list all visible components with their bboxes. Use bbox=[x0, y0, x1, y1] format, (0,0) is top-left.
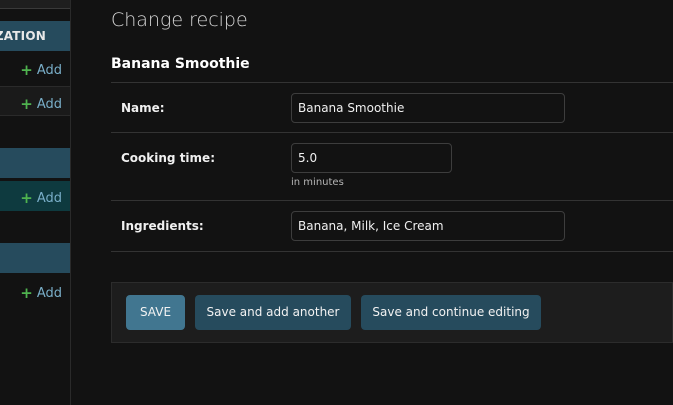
cooking-time-input[interactable] bbox=[291, 143, 452, 173]
save-button[interactable]: SAVE bbox=[126, 295, 185, 330]
sidebar-top-strip bbox=[0, 0, 70, 9]
sidebar-app-header[interactable] bbox=[0, 243, 70, 273]
sidebar: IZATION +Add +Add +Add +Add bbox=[0, 0, 71, 405]
sidebar-add-link[interactable]: + Add bbox=[20, 283, 62, 302]
sidebar-add-link[interactable]: + Add bbox=[20, 94, 62, 113]
sidebar-add-link[interactable]: + Add bbox=[20, 60, 62, 79]
sidebar-add-link[interactable]: + Add bbox=[20, 188, 62, 207]
object-name-heading: Banana Smoothie bbox=[111, 56, 250, 72]
name-label: Name: bbox=[121, 101, 165, 115]
form-row-ingredients: Ingredients: bbox=[111, 201, 673, 252]
plus-icon: + bbox=[20, 61, 33, 79]
page-title: Change recipe bbox=[111, 9, 248, 31]
form-row-name: Name: bbox=[111, 82, 673, 133]
sidebar-app-header-label: IZATION bbox=[0, 29, 46, 43]
sidebar-model-row-selected: + Add bbox=[0, 181, 70, 211]
name-input[interactable] bbox=[291, 93, 565, 123]
cooking-time-label: Cooking time: bbox=[121, 151, 215, 165]
plus-icon: + bbox=[20, 95, 33, 113]
ingredients-input[interactable] bbox=[291, 211, 565, 241]
form-row-cooking-time: Cooking time: in minutes bbox=[111, 133, 673, 201]
plus-icon: + bbox=[20, 284, 33, 302]
plus-icon: + bbox=[20, 189, 33, 207]
ingredients-label: Ingredients: bbox=[121, 219, 204, 233]
cooking-time-help-text: in minutes bbox=[291, 177, 344, 188]
save-and-add-another-button[interactable]: Save and add another bbox=[195, 295, 351, 330]
save-and-continue-editing-button[interactable]: Save and continue editing bbox=[361, 295, 541, 330]
sidebar-app-header-authorization[interactable]: IZATION bbox=[0, 21, 70, 51]
sidebar-app-header[interactable] bbox=[0, 148, 70, 178]
sidebar-model-row: + Add bbox=[0, 276, 70, 306]
submit-row: SAVE Save and add another Save and conti… bbox=[111, 282, 673, 343]
sidebar-model-row: + Add bbox=[0, 86, 70, 116]
sidebar-model-row: + Add bbox=[0, 53, 70, 83]
